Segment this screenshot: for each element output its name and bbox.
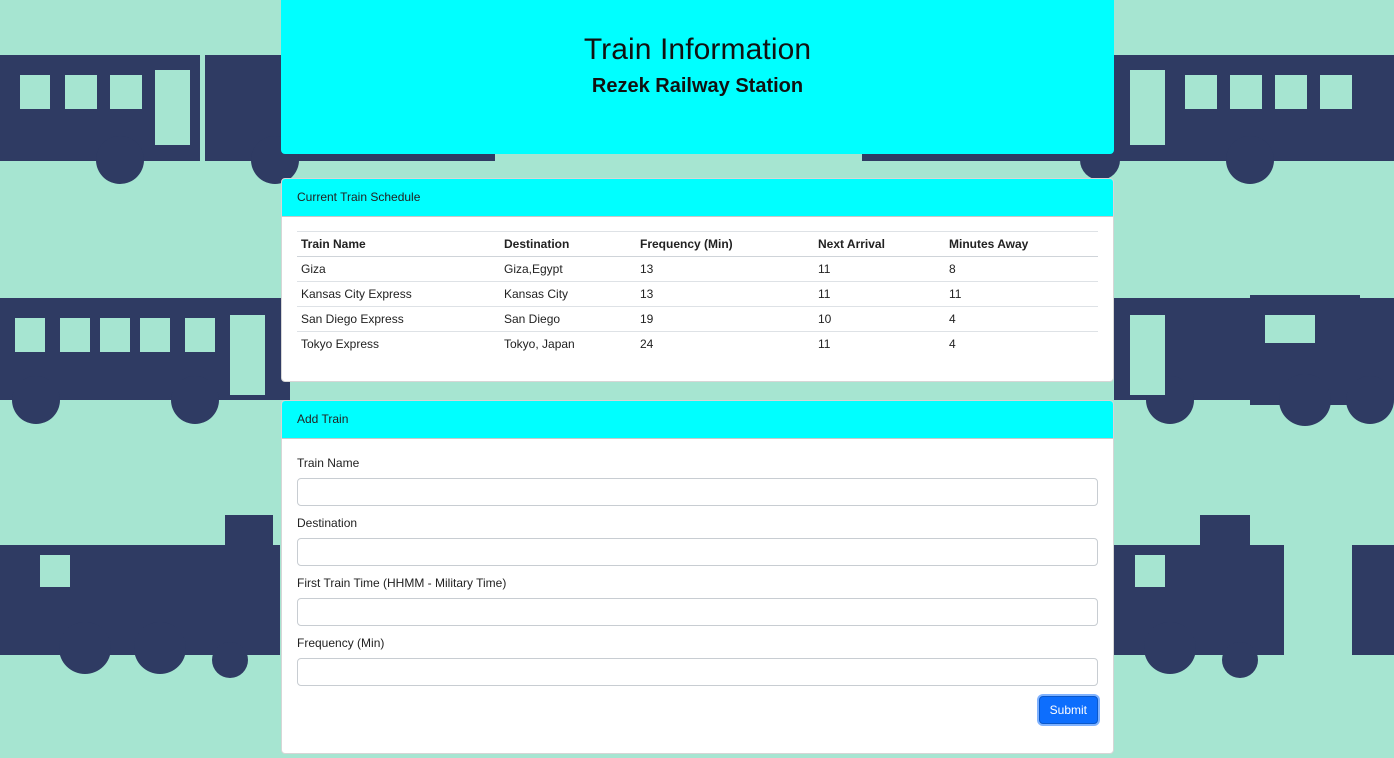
cell-next-arrival: 11 (814, 331, 945, 356)
form-group-destination: Destination (297, 516, 1098, 566)
cell-frequency: 19 (636, 306, 814, 332)
schedule-card-header: Current Train Schedule (282, 179, 1113, 217)
cell-minutes-away: 8 (945, 256, 1098, 282)
column-header-destination: Destination (500, 231, 636, 257)
column-header-next-arrival: Next Arrival (814, 231, 945, 257)
table-row: San Diego Express San Diego 19 10 4 (297, 306, 1098, 332)
cell-next-arrival: 10 (814, 306, 945, 332)
cell-destination: San Diego (500, 306, 636, 332)
table-row: Tokyo Express Tokyo, Japan 24 11 4 (297, 331, 1098, 356)
cell-minutes-away: 4 (945, 331, 1098, 356)
first-train-time-input[interactable] (297, 598, 1098, 626)
cell-destination: Kansas City (500, 281, 636, 307)
cell-minutes-away: 4 (945, 306, 1098, 332)
cell-frequency: 13 (636, 281, 814, 307)
station-subtitle: Rezek Railway Station (591, 75, 804, 97)
schedule-card: Current Train Schedule Train Name Destin… (281, 178, 1114, 382)
cell-train-name: Tokyo Express (297, 331, 500, 356)
form-group-frequency: Frequency (Min) (297, 636, 1098, 686)
cell-train-name: Giza (297, 256, 500, 282)
schedule-card-body: Train Name Destination Frequency (Min) N… (282, 217, 1113, 356)
destination-input[interactable] (297, 538, 1098, 566)
cell-destination: Tokyo, Japan (500, 331, 636, 356)
cell-frequency: 13 (636, 256, 814, 282)
add-train-card-header: Add Train (282, 401, 1113, 439)
cell-next-arrival: 11 (814, 256, 945, 282)
submit-button[interactable]: Submit (1038, 696, 1098, 724)
column-header-minutes-away: Minutes Away (945, 231, 1098, 257)
first-train-time-label: First Train Time (HHMM - Military Time) (297, 576, 507, 590)
form-group-first-train-time: First Train Time (HHMM - Military Time) (297, 576, 1098, 626)
page-title: Train Information (583, 33, 812, 66)
cell-train-name: San Diego Express (297, 306, 500, 332)
table-row: Giza Giza,Egypt 13 11 8 (297, 256, 1098, 282)
main-container: Train Information Rezek Railway Station … (281, 0, 1114, 754)
destination-label: Destination (297, 516, 358, 530)
train-name-label: Train Name (297, 456, 360, 470)
column-header-frequency: Frequency (Min) (636, 231, 814, 257)
cell-train-name: Kansas City Express (297, 281, 500, 307)
add-train-card: Add Train Train Name Destination First T… (281, 400, 1114, 754)
page-header: Train Information Rezek Railway Station (281, 0, 1114, 154)
add-train-form: Train Name Destination First Train Time … (282, 439, 1113, 724)
cell-frequency: 24 (636, 331, 814, 356)
table-row: Kansas City Express Kansas City 13 11 11 (297, 281, 1098, 307)
form-group-train-name: Train Name (297, 456, 1098, 506)
frequency-label: Frequency (Min) (297, 636, 385, 650)
cell-minutes-away: 11 (945, 281, 1098, 307)
schedule-table: Train Name Destination Frequency (Min) N… (297, 231, 1098, 356)
cell-next-arrival: 11 (814, 281, 945, 307)
train-name-input[interactable] (297, 478, 1098, 506)
frequency-input[interactable] (297, 658, 1098, 686)
column-header-train-name: Train Name (297, 231, 500, 257)
submit-row: Submit (297, 696, 1098, 724)
table-header-row: Train Name Destination Frequency (Min) N… (297, 231, 1098, 257)
cell-destination: Giza,Egypt (500, 256, 636, 282)
